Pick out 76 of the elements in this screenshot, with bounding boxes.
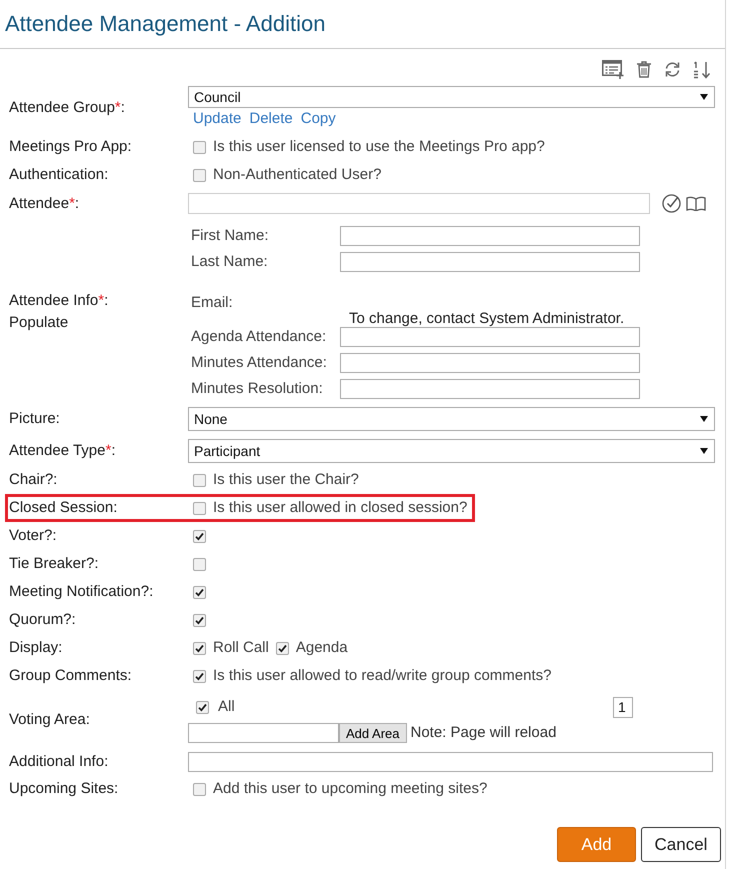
field-label: Attendee*: bbox=[9, 194, 80, 214]
field-label: Email: bbox=[191, 294, 233, 311]
checkbox[interactable] bbox=[193, 586, 206, 598]
note-text: To change, contact System Administrator. bbox=[349, 310, 624, 327]
text-field[interactable] bbox=[188, 752, 713, 772]
field-label: Group Comments: bbox=[9, 666, 133, 686]
trash-icon[interactable] bbox=[637, 61, 651, 78]
action-link[interactable]: Copy bbox=[300, 108, 336, 130]
field-label: Voting Area: bbox=[9, 710, 91, 730]
book-icon[interactable] bbox=[686, 196, 706, 211]
text-field[interactable] bbox=[340, 379, 640, 399]
field-label: Authentication: bbox=[9, 165, 110, 185]
checkbox[interactable] bbox=[193, 558, 206, 570]
checkbox[interactable] bbox=[193, 670, 206, 682]
field-label: Meeting Notification?: bbox=[9, 582, 154, 602]
add-list-icon[interactable] bbox=[602, 60, 624, 79]
checkbox-label[interactable]: Is this user allowed in closed session? bbox=[213, 496, 468, 520]
checkbox-label[interactable]: All bbox=[218, 696, 235, 718]
checkbox[interactable] bbox=[193, 502, 206, 514]
area-field[interactable] bbox=[188, 723, 339, 743]
checkbox[interactable] bbox=[193, 168, 206, 182]
checkbox[interactable] bbox=[193, 530, 206, 542]
field-label: Tie Breaker?: bbox=[9, 554, 100, 574]
caret-icon bbox=[700, 416, 708, 422]
name-field[interactable] bbox=[340, 226, 640, 246]
add-area-button[interactable]: Add Area bbox=[339, 723, 406, 743]
field-label: Chair?: bbox=[9, 470, 58, 490]
page-title: Attendee Management - Addition bbox=[5, 10, 326, 38]
field-label: Last Name: bbox=[191, 252, 269, 272]
field-label: First Name: bbox=[191, 226, 270, 246]
check-circle-icon[interactable] bbox=[662, 194, 681, 213]
text-field[interactable] bbox=[340, 353, 640, 373]
action-link[interactable]: Delete bbox=[249, 108, 293, 130]
field-label: Picture: bbox=[9, 409, 61, 429]
field-label: Meetings Pro App: bbox=[9, 137, 133, 157]
cancel-button[interactable]: Cancel bbox=[641, 827, 721, 862]
field-label: Agenda Attendance: bbox=[191, 326, 328, 347]
field-label: Display: bbox=[9, 638, 64, 658]
checkbox-label[interactable]: Is this user allowed to read/write group comments? bbox=[213, 664, 552, 688]
sort-icon[interactable] bbox=[693, 60, 711, 78]
dropdown[interactable]: Council bbox=[188, 86, 715, 108]
caret-icon bbox=[700, 448, 708, 454]
checkbox[interactable] bbox=[193, 474, 206, 486]
field-label: Minutes Resolution: bbox=[191, 378, 324, 399]
checkbox-label[interactable]: Non-Authenticated User? bbox=[213, 164, 382, 186]
field-label: Closed Session: bbox=[9, 498, 118, 518]
refresh-icon[interactable] bbox=[664, 61, 681, 78]
field-label: Quorum?: bbox=[9, 610, 77, 630]
text-field[interactable] bbox=[340, 327, 640, 347]
checkbox-label[interactable]: Agenda bbox=[296, 636, 348, 660]
populate-label: Populate bbox=[9, 313, 70, 333]
field-label: Voter?: bbox=[9, 526, 58, 546]
checkbox-label[interactable]: Add this user to upcoming meeting sites? bbox=[213, 778, 488, 800]
checkbox-label[interactable]: Is this user licensed to use the Meetings Pro app? bbox=[213, 136, 545, 158]
checkbox[interactable] bbox=[193, 614, 206, 626]
name-field[interactable] bbox=[340, 252, 640, 272]
field-label: Attendee Type*: bbox=[9, 441, 116, 461]
count-field[interactable]: 1 bbox=[613, 696, 633, 718]
note-text: Note: Page will reload bbox=[410, 722, 556, 743]
checkbox[interactable] bbox=[193, 140, 206, 154]
field-label: Upcoming Sites: bbox=[9, 779, 120, 799]
action-link[interactable]: Update bbox=[193, 108, 242, 130]
attendee-field[interactable] bbox=[188, 193, 650, 214]
field-label: Attendee Info*: bbox=[9, 291, 110, 311]
checkbox[interactable] bbox=[193, 782, 206, 796]
field-label: Additional Info: bbox=[9, 752, 110, 772]
checkbox[interactable] bbox=[193, 642, 206, 654]
checkbox[interactable] bbox=[196, 700, 209, 714]
dropdown[interactable]: Participant bbox=[188, 439, 715, 463]
field-label: Minutes Attendance: bbox=[191, 352, 328, 373]
dropdown[interactable]: None bbox=[188, 407, 715, 431]
checkbox-label[interactable]: Roll Call bbox=[213, 636, 269, 660]
caret-icon bbox=[700, 94, 708, 100]
checkbox-label[interactable]: Is this user the Chair? bbox=[213, 468, 359, 492]
field-label: Attendee Group*: bbox=[9, 98, 126, 118]
checkbox[interactable] bbox=[276, 642, 289, 654]
